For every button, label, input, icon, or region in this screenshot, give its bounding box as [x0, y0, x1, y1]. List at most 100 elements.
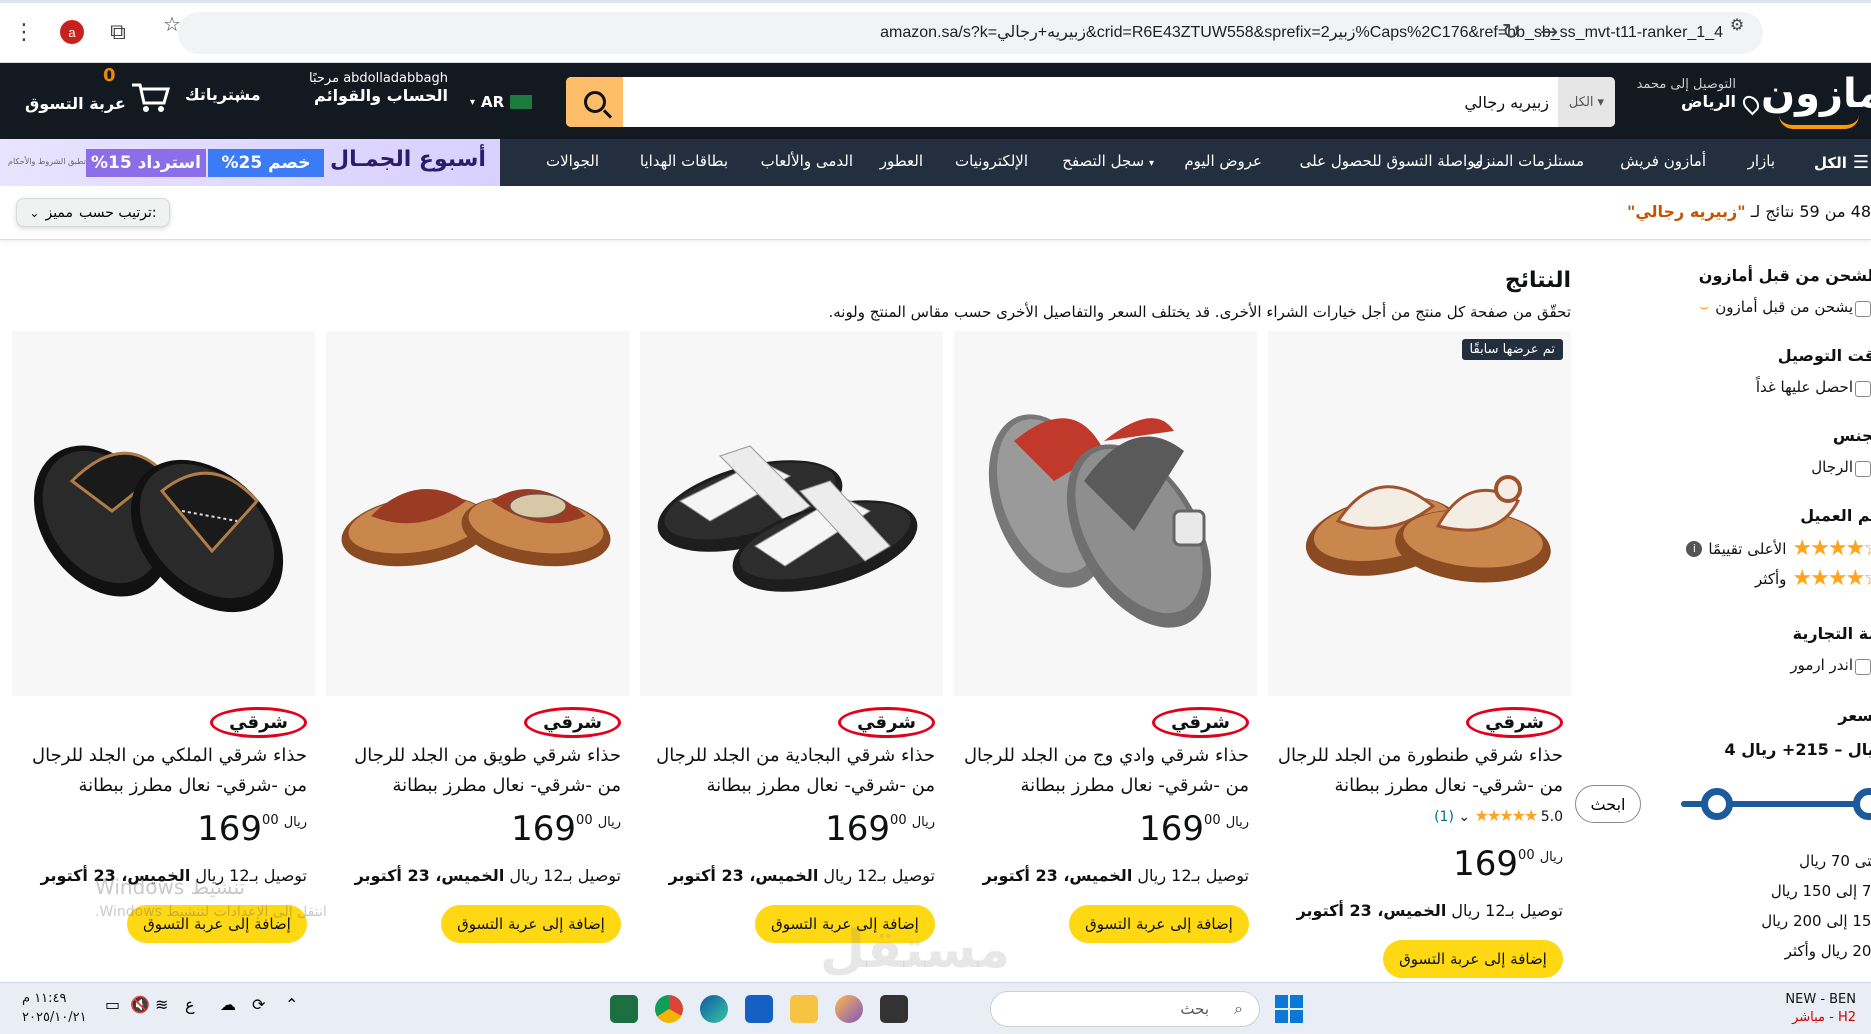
sync-icon[interactable]: ⟳	[252, 995, 280, 1023]
product-image[interactable]	[640, 331, 943, 696]
search-button[interactable]	[566, 77, 623, 127]
copilot-icon[interactable]	[835, 995, 863, 1023]
price-opt-2[interactable]: 70 إلى 150 ريال	[1771, 882, 1871, 900]
checkbox[interactable]	[1855, 461, 1871, 477]
search-category-dropdown[interactable]: الكل ▾	[1558, 77, 1615, 127]
orders-link[interactable]: مشترياتك	[185, 85, 261, 104]
product-image[interactable]: تم عرضها سابقًا	[1268, 331, 1571, 696]
delivery-fee: توصيل بـ12 ريال	[1137, 866, 1249, 885]
mute-speaker-icon[interactable]: 🔇	[130, 995, 158, 1023]
search-input[interactable]	[689, 77, 1549, 127]
reload-icon[interactable]: ↻	[1497, 18, 1525, 46]
extensions-icon[interactable]: ⧉	[104, 18, 132, 46]
product-rating[interactable]: 5.0 ★★★★★ ⌄ (1)	[1434, 806, 1563, 825]
input-language[interactable]: ع	[185, 995, 213, 1023]
terminal-icon[interactable]	[880, 995, 908, 1023]
nav-toys[interactable]: الدمى والألعاب	[761, 152, 853, 170]
taskbar-clock[interactable]: ١١:٤٩ م ٢٠٢٥/١٠/٢١	[22, 989, 87, 1027]
search-bar: الكل ▾	[566, 77, 1615, 127]
bookmark-star-icon[interactable]: ☆	[158, 10, 186, 38]
rating-value: 5.0	[1540, 809, 1563, 825]
url-text[interactable]: amazon.sa/s?k=زبيريه+رجالي&crid=R6E43ZTU…	[880, 22, 1723, 42]
sandal-image	[657, 445, 918, 592]
product-brand: شرقي	[1152, 707, 1249, 738]
language-code: AR	[481, 93, 505, 111]
excel-icon[interactable]	[610, 995, 638, 1023]
deliver-to[interactable]: التوصيل إلى محمد الرياض	[1637, 77, 1763, 116]
beauty-week-banner[interactable]: أسبوع الجمـال %25 خصم %15 استرداد تطبق ا…	[0, 139, 500, 186]
nav-all-label: الكل	[1813, 153, 1847, 172]
filter-opt-top-rated[interactable]: i الأعلى تقييمًا ★★★★☆	[1686, 536, 1871, 561]
product-price: ريال 16900	[825, 809, 935, 849]
price-slider-max-handle[interactable]	[1853, 788, 1871, 820]
nav-bazaar[interactable]: بازار	[1748, 152, 1775, 170]
news-widget[interactable]: NEW - BEN مباشر - H2	[1785, 991, 1856, 1027]
checkbox[interactable]	[1855, 659, 1871, 675]
nav-gift-cards[interactable]: بطاقات الهدايا	[640, 152, 728, 170]
nav-all[interactable]: الكل ☰	[1814, 152, 1869, 173]
cloud-off-icon[interactable]: ☁	[220, 995, 248, 1023]
price-slider-min-handle[interactable]	[1701, 788, 1733, 820]
nav-home[interactable]: مستلزمات المنزل	[1472, 152, 1584, 170]
filter-opt-shipping[interactable]: ⌣ يشحن من قبل أمازون	[1699, 298, 1871, 317]
product-title[interactable]: حذاء شرقي طنطورة من الجلد للرجال من -شرق…	[1273, 741, 1563, 801]
account-lists: الحساب والقوائم	[314, 86, 448, 105]
price-opt-3[interactable]: 150 إلى 200 ريال	[1761, 912, 1871, 930]
nav-perfumes[interactable]: العطور	[880, 152, 923, 170]
product-card[interactable]: شرقي حذاء شرقي البجادية من الجلد للرجال …	[640, 331, 943, 991]
nav-fresh[interactable]: أمازون فريش	[1620, 152, 1706, 170]
product-title[interactable]: حذاء شرقي البجادية من الجلد للرجال من -ش…	[645, 741, 935, 801]
nav-deals[interactable]: عروض اليوم	[1184, 152, 1262, 170]
back-icon[interactable]: →	[1535, 18, 1563, 46]
product-image[interactable]	[954, 331, 1257, 696]
delivery-date: الخميس، 23 أكتوبر	[354, 866, 505, 885]
filter-opt-gender[interactable]: الرجال	[1811, 458, 1871, 477]
folder-icon[interactable]	[790, 995, 818, 1023]
product-title[interactable]: حذاء شرقي الملكي من الجلد للرجال من -شرق…	[17, 741, 307, 801]
sandal-image	[341, 489, 611, 567]
product-card[interactable]: شرقي حذاء شرقي طويق من الجلد للرجال من -…	[326, 331, 629, 991]
checkbox[interactable]	[1855, 381, 1871, 397]
product-title[interactable]: حذاء شرقي طويق من الجلد للرجال من -شرقي-…	[331, 741, 621, 801]
profile-avatar[interactable]: a	[60, 20, 84, 44]
add-to-cart-button[interactable]: إضافة إلى عربة التسوق	[1383, 940, 1563, 978]
product-title[interactable]: حذاء شرقي وادي وج من الجلد للرجال من -شر…	[959, 741, 1249, 801]
edge-icon[interactable]	[700, 995, 728, 1023]
windows-start-icon[interactable]	[1275, 995, 1303, 1023]
nav-history-label: سجل التصفح	[1062, 152, 1145, 170]
browser-menu-icon[interactable]: ⋮	[10, 18, 38, 46]
product-image[interactable]	[326, 331, 629, 696]
sort-dropdown[interactable]: ⌄ مميز ترتيب حسب:	[16, 198, 170, 227]
cart-button[interactable]: عربة التسوق	[25, 81, 170, 113]
taskbar-search[interactable]: بحث ⌕	[990, 991, 1260, 1027]
language-selector[interactable]: ▾ AR	[470, 93, 533, 111]
clock-date: ٢٠٢٥/١٠/٢١	[22, 1010, 87, 1025]
battery-icon[interactable]: ▭	[105, 995, 133, 1023]
product-card[interactable]: تم عرضها سابقًا شرقي حذاء شرقي طنطورة من…	[1268, 331, 1571, 991]
price-opt-1[interactable]: حتى 70 ريال	[1799, 852, 1871, 870]
wifi-icon[interactable]: ≋	[155, 995, 183, 1023]
chevron-up-icon[interactable]: ⌃	[285, 995, 313, 1023]
account-menu[interactable]: مرحبًا abdolladabbagh الحساب والقوائم ▾	[235, 71, 448, 106]
price-opt-4[interactable]: 200 ريال وأكثر	[1785, 942, 1871, 960]
site-info-icon[interactable]: ⚙	[1723, 10, 1751, 38]
add-to-cart-button[interactable]: إضافة إلى عربة التسوق	[441, 905, 621, 943]
nav-continue-shopping[interactable]: مواصلة التسوق للحصول على	[1300, 152, 1483, 170]
sort-value: مميز	[45, 204, 74, 221]
filter-opt-brand[interactable]: اندر ارمور	[1790, 656, 1871, 675]
checkbox[interactable]	[1855, 301, 1871, 317]
nav-electronics[interactable]: الإلكترونيات	[955, 152, 1028, 170]
add-to-cart-button[interactable]: إضافة إلى عربة التسوق	[1069, 905, 1249, 943]
price-go-button[interactable]: ابحث	[1575, 785, 1641, 823]
chrome-icon[interactable]	[655, 995, 683, 1023]
cart-count: 0	[103, 65, 116, 86]
price-fraction: 00	[1204, 813, 1221, 828]
store-icon[interactable]	[745, 995, 773, 1023]
filter-opt-4-stars[interactable]: وأكثر ★★★★☆	[1755, 566, 1871, 591]
filter-opt-delivery[interactable]: احصل عليها غداً	[1756, 378, 1871, 397]
amazon-logo[interactable]: أمازون	[1761, 71, 1871, 129]
nav-mobiles[interactable]: الجوالات	[546, 152, 599, 170]
product-image[interactable]	[12, 331, 315, 696]
product-card[interactable]: شرقي حذاء شرقي وادي وج من الجلد للرجال م…	[954, 331, 1257, 991]
nav-history[interactable]: سجل التصفح ▾	[1062, 152, 1154, 170]
